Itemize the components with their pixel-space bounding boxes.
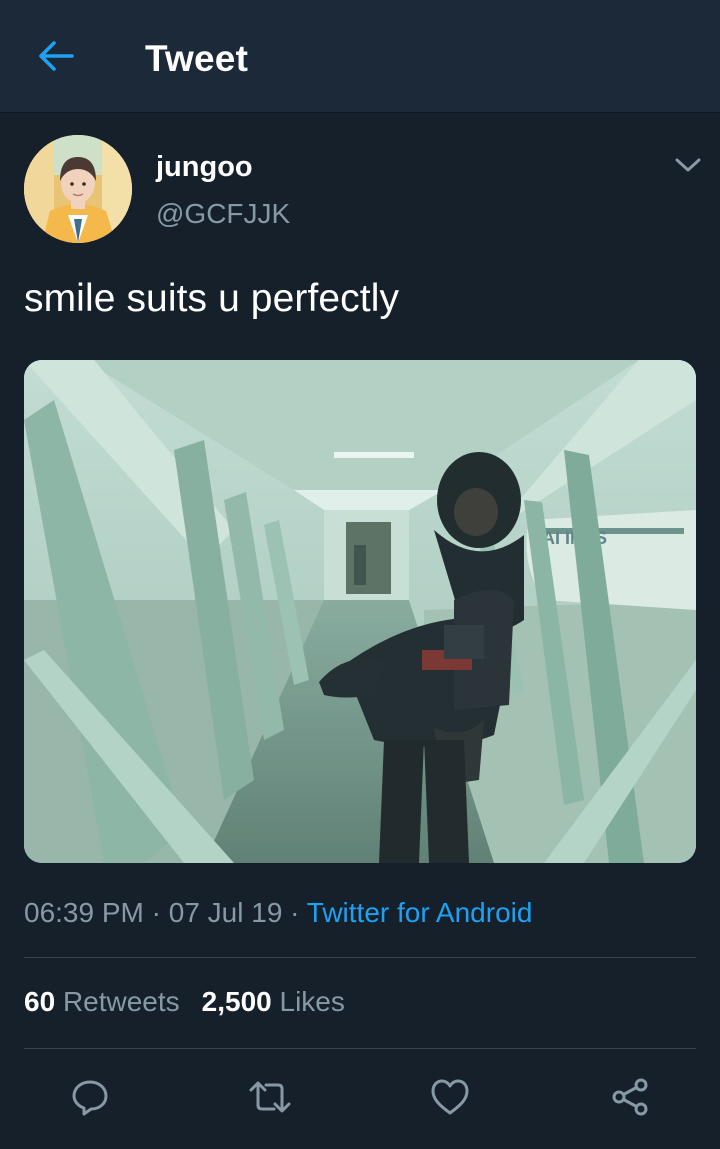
retweet-icon <box>249 1081 291 1113</box>
meta-separator: · <box>290 897 300 928</box>
more-options-button[interactable] <box>670 150 706 180</box>
author-name[interactable]: jungoo <box>156 151 253 184</box>
tweet-source-link[interactable]: Twitter for Android <box>307 897 533 928</box>
meta-separator: · <box>151 897 161 928</box>
chevron-down-icon <box>675 158 701 172</box>
divider <box>24 957 696 958</box>
app-header: Tweet <box>0 0 720 113</box>
heart-icon <box>431 1079 469 1115</box>
engagement-stats: 60 Retweets 2,500 Likes <box>24 986 345 1018</box>
likes-count: 2,500 <box>201 986 272 1017</box>
share-button[interactable] <box>608 1075 652 1119</box>
retweets-count: 60 <box>24 986 56 1017</box>
tweet-photo[interactable]: AI INES <box>24 360 696 863</box>
share-icon <box>612 1078 648 1116</box>
author-handle[interactable]: @GCFJJK <box>156 198 290 230</box>
avatar-image <box>24 135 132 243</box>
tweet-time: 06:39 PM <box>24 897 144 928</box>
tweet-text: smile suits u perfectly <box>24 277 400 320</box>
retweets-label: Retweets <box>62 986 180 1017</box>
likes-stat[interactable]: 2,500 Likes <box>202 986 345 1017</box>
avatar[interactable] <box>24 135 132 243</box>
page-title: Tweet <box>145 38 249 79</box>
reply-button[interactable] <box>68 1075 112 1119</box>
tweet-date: 07 Jul 19 <box>168 897 283 928</box>
arrow-left-icon <box>39 41 74 71</box>
divider <box>24 1048 696 1049</box>
jet-bridge-photo: AI INES <box>24 360 696 863</box>
back-button[interactable] <box>30 33 82 79</box>
like-button[interactable] <box>428 1075 472 1119</box>
retweet-button[interactable] <box>248 1075 292 1119</box>
reply-icon <box>72 1080 108 1116</box>
retweets-stat[interactable]: 60 Retweets <box>24 986 180 1017</box>
tweet-detail-screen: Tweet jungoo @GCFJJK smile suits u perfe… <box>0 0 720 1149</box>
likes-label: Likes <box>279 986 345 1017</box>
tweet-metadata: 06:39 PM · 07 Jul 19 · Twitter for Andro… <box>24 897 532 929</box>
